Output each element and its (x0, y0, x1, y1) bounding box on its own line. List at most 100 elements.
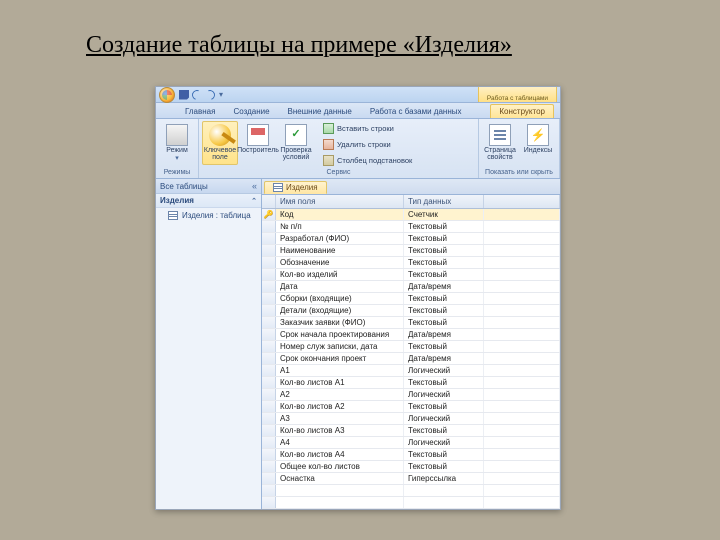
field-name-cell[interactable]: Срок окончания проект (276, 353, 404, 364)
row-selector[interactable] (262, 497, 276, 508)
field-desc-cell[interactable] (484, 437, 560, 448)
table-row[interactable]: № п/пТекстовый (262, 221, 560, 233)
field-desc-cell[interactable] (484, 281, 560, 292)
table-row[interactable]: Детали (входящие)Текстовый (262, 305, 560, 317)
field-desc-cell[interactable] (484, 305, 560, 316)
field-type-cell[interactable]: Дата/время (404, 329, 484, 340)
field-name-cell[interactable]: Код (276, 209, 404, 220)
field-desc-cell[interactable] (484, 353, 560, 364)
nav-pane-header[interactable]: Все таблицы « (156, 179, 261, 194)
table-row[interactable]: Заказчик заявки (ФИО)Текстовый (262, 317, 560, 329)
row-selector[interactable] (262, 437, 276, 448)
field-type-cell[interactable]: Текстовый (404, 257, 484, 268)
tab-home[interactable]: Главная (176, 104, 224, 118)
nav-group-header[interactable]: Изделия ⌃ (156, 194, 261, 208)
field-desc-cell[interactable] (484, 449, 560, 460)
field-type-cell[interactable]: Текстовый (404, 317, 484, 328)
field-type-cell[interactable]: Текстовый (404, 377, 484, 388)
row-selector[interactable] (262, 341, 276, 352)
row-selector[interactable] (262, 389, 276, 400)
table-row[interactable]: ОснасткаГиперссылка (262, 473, 560, 485)
field-name-cell[interactable] (276, 497, 404, 508)
table-row[interactable]: Кол-во листов А4Текстовый (262, 449, 560, 461)
field-name-cell[interactable]: А2 (276, 389, 404, 400)
col-header-extra[interactable] (484, 195, 560, 208)
row-selector[interactable] (262, 269, 276, 280)
redo-icon[interactable] (203, 88, 216, 101)
row-selector[interactable] (262, 413, 276, 424)
table-row[interactable]: Кол-во листов А3Текстовый (262, 425, 560, 437)
table-row[interactable] (262, 497, 560, 509)
table-row[interactable]: А4Логический (262, 437, 560, 449)
field-name-cell[interactable]: Наименование (276, 245, 404, 256)
field-desc-cell[interactable] (484, 329, 560, 340)
field-name-cell[interactable]: Кол-во листов А3 (276, 425, 404, 436)
field-type-cell[interactable]: Счетчик (404, 209, 484, 220)
document-tab[interactable]: Изделия (264, 181, 327, 194)
row-selector[interactable] (262, 425, 276, 436)
field-name-cell[interactable]: А3 (276, 413, 404, 424)
table-row[interactable]: А3Логический (262, 413, 560, 425)
row-selector[interactable] (262, 353, 276, 364)
tab-db-tools[interactable]: Работа с базами данных (361, 104, 471, 118)
row-selector[interactable] (262, 461, 276, 472)
table-row[interactable]: А2Логический (262, 389, 560, 401)
field-desc-cell[interactable] (484, 269, 560, 280)
field-desc-cell[interactable] (484, 377, 560, 388)
field-name-cell[interactable]: Номер служ записки, дата (276, 341, 404, 352)
field-type-cell[interactable] (404, 497, 484, 508)
indexes-button[interactable]: Индексы (520, 121, 556, 157)
field-type-cell[interactable]: Текстовый (404, 461, 484, 472)
primary-key-button[interactable]: Ключевое поле (202, 121, 238, 165)
field-type-cell[interactable]: Дата/время (404, 281, 484, 292)
col-header-field[interactable]: Имя поля (276, 195, 404, 208)
table-row[interactable]: ДатаДата/время (262, 281, 560, 293)
field-desc-cell[interactable] (484, 365, 560, 376)
view-button[interactable]: Режим ▾ (159, 121, 195, 165)
field-desc-cell[interactable] (484, 413, 560, 424)
field-type-cell[interactable]: Дата/время (404, 353, 484, 364)
nav-item-table[interactable]: Изделия : таблица (156, 208, 261, 223)
table-row[interactable]: ОбозначениеТекстовый (262, 257, 560, 269)
field-type-cell[interactable]: Текстовый (404, 245, 484, 256)
field-desc-cell[interactable] (484, 221, 560, 232)
field-desc-cell[interactable] (484, 317, 560, 328)
field-type-cell[interactable]: Текстовый (404, 449, 484, 460)
field-desc-cell[interactable] (484, 425, 560, 436)
field-name-cell[interactable]: Обозначение (276, 257, 404, 268)
field-desc-cell[interactable] (484, 293, 560, 304)
field-name-cell[interactable]: Дата (276, 281, 404, 292)
row-selector[interactable] (262, 233, 276, 244)
table-row[interactable]: Срок окончания проектДата/время (262, 353, 560, 365)
field-desc-cell[interactable] (484, 389, 560, 400)
field-name-cell[interactable]: Срок начала проектирования (276, 329, 404, 340)
field-type-cell[interactable]: Логический (404, 437, 484, 448)
table-row[interactable]: НаименованиеТекстовый (262, 245, 560, 257)
row-selector[interactable] (262, 305, 276, 316)
row-selector[interactable] (262, 485, 276, 496)
table-row[interactable]: Сборки (входящие)Текстовый (262, 293, 560, 305)
field-desc-cell[interactable] (484, 209, 560, 220)
field-type-cell[interactable] (404, 485, 484, 496)
field-name-cell[interactable]: Кол-во листов А1 (276, 377, 404, 388)
field-desc-cell[interactable] (484, 401, 560, 412)
row-selector[interactable] (262, 377, 276, 388)
table-row[interactable]: 🔑КодСчетчик (262, 209, 560, 221)
builder-button[interactable]: Построитель (240, 121, 276, 157)
field-desc-cell[interactable] (484, 245, 560, 256)
tab-create[interactable]: Создание (224, 104, 278, 118)
table-row[interactable]: Срок начала проектированияДата/время (262, 329, 560, 341)
field-desc-cell[interactable] (484, 473, 560, 484)
undo-icon[interactable] (190, 88, 203, 101)
design-grid[interactable]: Имя поля Тип данных 🔑КодСчетчик№ п/пТекс… (262, 195, 560, 509)
field-type-cell[interactable]: Текстовый (404, 401, 484, 412)
tab-external-data[interactable]: Внешние данные (279, 104, 361, 118)
lookup-column-button[interactable]: Столбец подстановок (319, 153, 416, 168)
field-name-cell[interactable]: № п/п (276, 221, 404, 232)
field-type-cell[interactable]: Текстовый (404, 425, 484, 436)
field-desc-cell[interactable] (484, 461, 560, 472)
field-name-cell[interactable]: Заказчик заявки (ФИО) (276, 317, 404, 328)
field-name-cell[interactable] (276, 485, 404, 496)
field-desc-cell[interactable] (484, 341, 560, 352)
field-type-cell[interactable]: Гиперссылка (404, 473, 484, 484)
